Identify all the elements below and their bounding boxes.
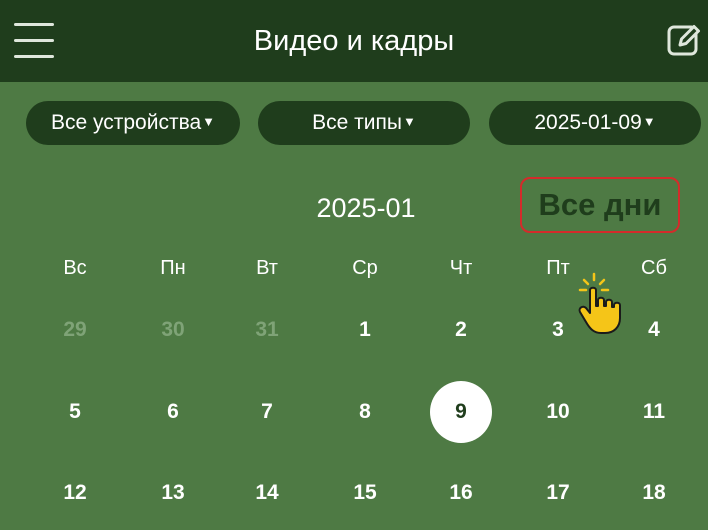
date-filter-dropdown[interactable]: 2025-01-09▼ (489, 101, 701, 145)
calendar-day[interactable]: 8 (334, 381, 396, 443)
weekday-label: Ср (352, 257, 378, 279)
calendar-day-prev-month: 30 (161, 318, 185, 341)
calendar-day[interactable]: 4 (623, 299, 685, 361)
caret-down-icon: ▼ (402, 114, 416, 129)
date-filter-label: 2025-01-09 (534, 111, 642, 134)
caret-down-icon: ▼ (642, 114, 656, 129)
calendar-month-label: 2025-01 (316, 193, 416, 223)
content-area: Все устройства▼ Все типы▼ 2025-01-09▼ 20… (0, 82, 708, 530)
caret-down-icon: ▼ (202, 114, 216, 129)
type-filter-label: Все типы (312, 111, 402, 134)
device-filter-dropdown[interactable]: Все устройства▼ (26, 101, 240, 145)
calendar-day-selected[interactable]: 9 (430, 381, 492, 443)
calendar-day[interactable]: 6 (142, 381, 204, 443)
calendar-day[interactable]: 10 (527, 381, 589, 443)
calendar-day[interactable]: 2 (430, 299, 492, 361)
calendar-day[interactable]: 14 (236, 462, 298, 524)
calendar-day-prev-month: 29 (63, 318, 87, 341)
page-title: Видео и кадры (253, 25, 455, 57)
calendar-day[interactable]: 15 (334, 462, 396, 524)
device-filter-label: Все устройства (50, 111, 202, 134)
calendar-day[interactable]: 16 (430, 462, 492, 524)
edit-icon[interactable] (666, 22, 702, 58)
calendar-day[interactable]: 18 (623, 462, 685, 524)
all-days-button[interactable]: Все дни (520, 177, 680, 233)
pointing-hand-cursor-icon (574, 272, 630, 336)
calendar-day[interactable]: 7 (236, 381, 298, 443)
calendar-day[interactable]: 5 (44, 381, 106, 443)
weekday-label: Сб (641, 257, 667, 279)
weekday-label: Чт (449, 257, 473, 279)
calendar-day[interactable]: 1 (334, 299, 396, 361)
weekday-label: Вт (256, 257, 278, 279)
weekday-label: Пн (160, 257, 186, 279)
calendar-day[interactable]: 11 (623, 381, 685, 443)
type-filter-dropdown[interactable]: Все типы▼ (258, 101, 470, 145)
calendar-day-prev-month: 31 (255, 318, 279, 341)
calendar-day[interactable]: 17 (527, 462, 589, 524)
screen: Видео и кадры Все устройства▼ Все типы▼ … (0, 0, 708, 530)
calendar-day[interactable]: 13 (142, 462, 204, 524)
weekday-label: Вс (63, 257, 87, 279)
app-header: Видео и кадры (0, 0, 708, 82)
calendar-day[interactable]: 12 (44, 462, 106, 524)
